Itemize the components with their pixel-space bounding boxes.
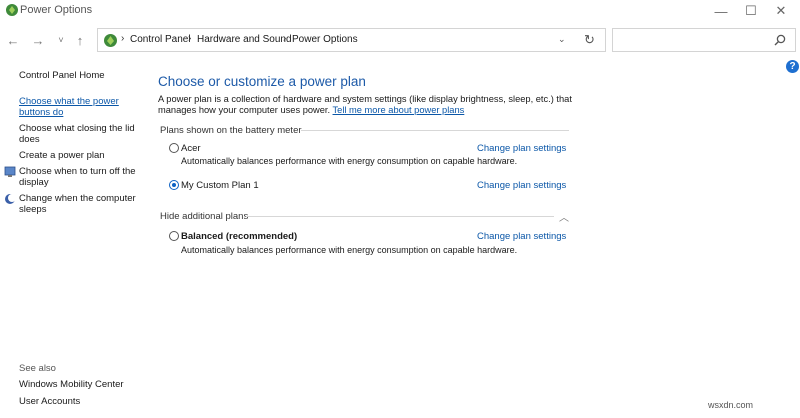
plan-balanced-name[interactable]: Balanced (recommended) [181,231,297,242]
sleep-moon-icon [5,194,16,204]
windows-mobility-center-link[interactable]: Windows Mobility Center [19,379,124,390]
breadcrumb-separator: › [188,33,192,44]
link-line[interactable]: sleeps [19,204,136,215]
search-input[interactable] [612,28,796,52]
plan-balanced-radio[interactable] [169,231,179,241]
link-line[interactable]: Change when the computer [19,193,136,204]
refresh-icon[interactable]: ↻ [584,32,595,48]
search-icon[interactable] [773,33,787,47]
maximize-button[interactable]: ☐ [737,0,765,22]
plan-acer-name[interactable]: Acer [181,143,201,154]
link-line[interactable]: does [19,134,135,145]
section-divider [246,216,554,217]
plan-acer-description: Automatically balances performance with … [181,156,518,166]
breadcrumb-separator: › [121,33,125,44]
link-line[interactable]: Create a power plan [19,150,105,161]
battery-meter-section-label: Plans shown on the battery meter [160,125,302,136]
back-button[interactable]: ← [4,31,22,49]
create-power-plan-link[interactable]: Create a power plan [19,150,105,161]
collapse-chevron-icon[interactable]: ︿ [559,209,569,224]
up-button[interactable]: ↑ [71,31,89,49]
breadcrumb-control-panel[interactable]: Control Panel [130,34,191,45]
address-dropdown-icon[interactable]: ⌄ [558,34,566,45]
page-description: A power plan is a collection of hardware… [158,94,578,116]
user-accounts-link[interactable]: User Accounts [19,396,80,407]
choose-power-buttons-link[interactable]: Choose what the power buttons do [19,96,119,118]
plan-balanced-description: Automatically balances performance with … [181,245,518,255]
control-panel-icon [104,34,117,47]
display-shield-icon [4,166,16,177]
section-divider [301,130,569,131]
breadcrumb-power-options[interactable]: Power Options [292,34,358,45]
link-line[interactable]: Choose when to turn off the [19,166,136,177]
window-title: Power Options [20,4,93,16]
forward-button[interactable]: → [29,31,47,49]
address-bar[interactable]: › Control Panel › Hardware and Sound › P… [97,28,606,52]
plan-acer-radio[interactable] [169,143,179,153]
breadcrumb-separator: › [283,33,287,44]
minimize-button[interactable]: — [707,0,735,22]
breadcrumb-hardware-and-sound[interactable]: Hardware and Sound [197,34,292,45]
recent-locations-button[interactable]: ˅ [52,31,70,49]
close-button[interactable]: ✕ [767,0,795,22]
link-line[interactable]: Choose what the power [19,96,119,107]
plan-custom-radio[interactable] [169,180,179,190]
plan-custom-change-settings-link[interactable]: Change plan settings [477,180,566,191]
power-options-app-icon [6,4,18,16]
plan-balanced-change-settings-link[interactable]: Change plan settings [477,231,566,242]
see-also-heading: See also [19,363,56,374]
change-sleep-link[interactable]: Change when the computer sleeps [19,193,136,215]
help-icon[interactable]: ? [786,60,799,73]
link-line[interactable]: buttons do [19,107,119,118]
plan-acer-change-settings-link[interactable]: Change plan settings [477,143,566,154]
control-panel-home-link[interactable]: Control Panel Home [19,70,105,81]
turn-off-display-link[interactable]: Choose when to turn off the display [19,166,136,188]
link-line[interactable]: Choose what closing the lid [19,123,135,134]
title-bar: Power Options — ☐ ✕ [0,0,800,22]
page-title: Choose or customize a power plan [158,74,366,89]
choose-closing-lid-link[interactable]: Choose what closing the lid does [19,123,135,145]
plan-custom-name[interactable]: My Custom Plan 1 [181,180,259,191]
tell-me-more-link[interactable]: Tell me more about power plans [333,105,465,115]
hide-additional-plans-label[interactable]: Hide additional plans [160,211,248,222]
watermark: wsxdn.com [708,400,754,410]
link-line[interactable]: display [19,177,136,188]
